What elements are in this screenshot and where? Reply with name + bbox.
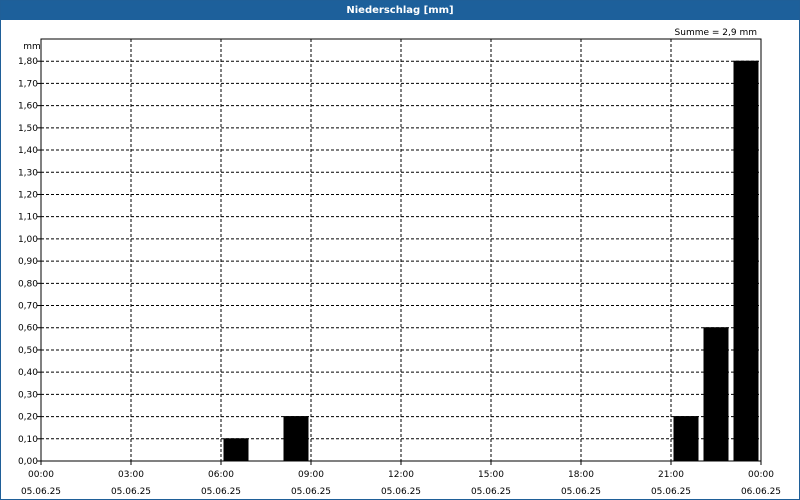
x-tick-label-date: 05.06.25: [111, 487, 151, 497]
x-tick-label-date: 05.06.25: [21, 487, 61, 497]
y-tick-label: 1,40: [18, 146, 38, 156]
x-tick-label-time: 00:00: [748, 470, 774, 480]
x-tick-label-date: 05.06.25: [471, 487, 511, 497]
x-tick-label-time: 06:00: [208, 470, 234, 480]
x-tick-label-date: 05.06.25: [561, 487, 601, 497]
precipitation-chart: 0,00 0,10 0,20 0,30 0,40 0,50 0,60 0,70 0,80 0,90…: [18, 28, 781, 497]
x-tick-label-date: 06.06.25: [741, 487, 781, 497]
x-tick-label-time: 18:00: [568, 470, 594, 480]
y-tick-label: 0,50: [18, 346, 38, 356]
x-tick-label-date: 05.06.25: [381, 487, 421, 497]
bar: [223, 438, 249, 462]
y-tick-label: 0,20: [18, 413, 38, 423]
y-tick-label: 1,60: [18, 102, 38, 112]
x-tick-label-time: 09:00: [298, 470, 324, 480]
y-tick-label: 0,10: [18, 435, 38, 445]
x-tick-label-date: 05.06.25: [291, 487, 331, 497]
y-tick-label: 1,20: [18, 190, 38, 200]
y-axis-label: mm: [23, 42, 41, 52]
y-tick-label: 1,80: [18, 57, 38, 67]
y-tick-label: 0,40: [18, 368, 38, 378]
y-tick-label: 0,60: [18, 324, 38, 334]
chart-window: Niederschlag [mm] 0,00 0,10 0,20 0,30 0,40 0,…: [0, 0, 800, 500]
x-tick-label-time: 21:00: [658, 470, 684, 480]
bar: [673, 416, 699, 462]
y-tick-label: 0,00: [18, 457, 38, 467]
y-tick-label: 1,10: [18, 213, 38, 223]
x-tick-label-time: 00:00: [28, 470, 54, 480]
y-tick-label: 1,30: [18, 168, 38, 178]
bar: [283, 416, 309, 462]
y-tick-label: 1,00: [18, 235, 38, 245]
y-tick-label: 0,90: [18, 257, 38, 267]
y-tick-label: 0,70: [18, 302, 38, 312]
x-tick-label-date: 05.06.25: [651, 487, 691, 497]
summary-text: Summe = 2,9 mm: [675, 28, 757, 38]
x-tick-label-time: 15:00: [478, 470, 504, 480]
y-tick-label: 1,70: [18, 79, 38, 89]
x-tick-label-time: 03:00: [118, 470, 144, 480]
x-tick-label-date: 05.06.25: [201, 487, 241, 497]
y-tick-label: 1,50: [18, 124, 38, 134]
y-tick-label: 0,80: [18, 279, 38, 289]
y-tick-label: 0,30: [18, 390, 38, 400]
bar: [733, 60, 759, 462]
x-tick-label-time: 12:00: [388, 470, 414, 480]
bar: [703, 327, 729, 462]
